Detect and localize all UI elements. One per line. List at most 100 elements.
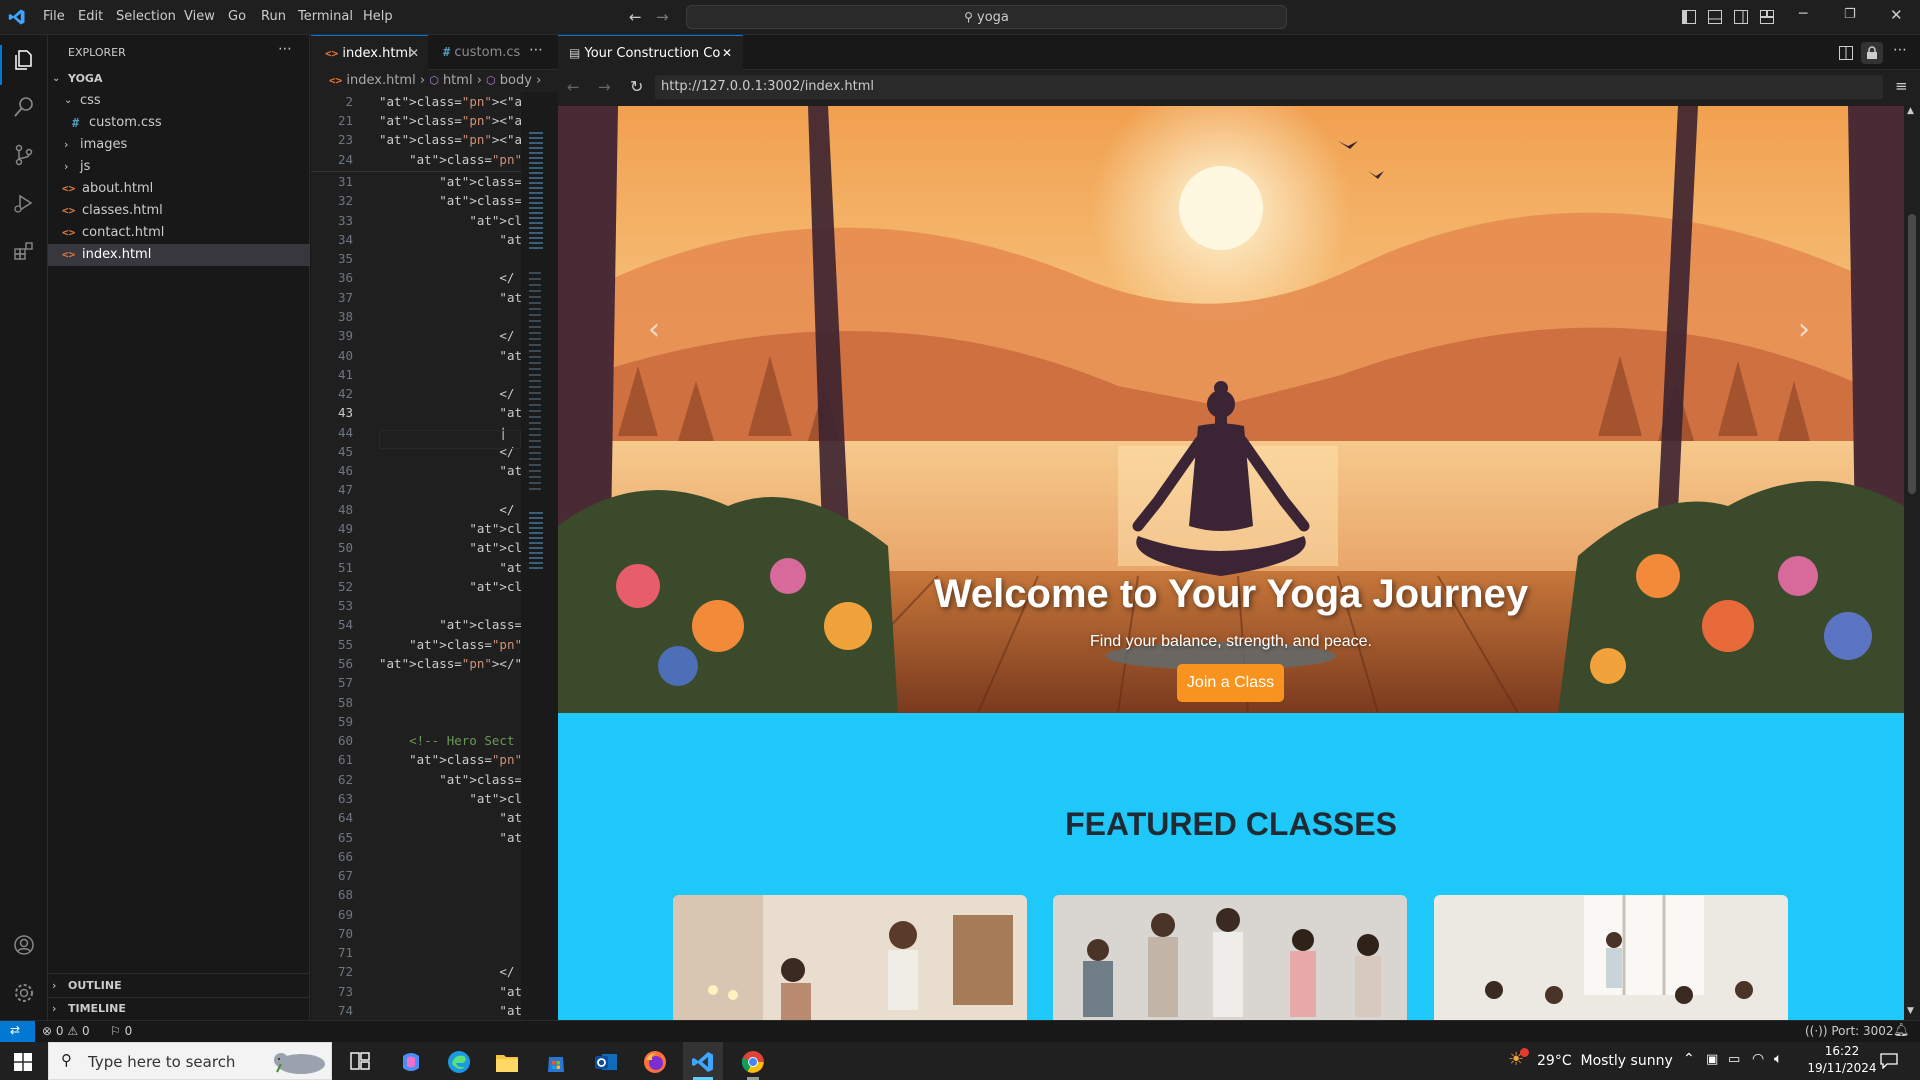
code-line[interactable]: "at">class="pn"><"at">class="tg">form bbox=[379, 540, 521, 555]
scrollbar-thumb[interactable] bbox=[1908, 214, 1916, 494]
breadcrumb-body[interactable]: body bbox=[500, 73, 532, 88]
code-line[interactable]: "at">class="pn"></"at">class="tg">div> bbox=[379, 637, 521, 652]
file-index-html[interactable]: <> index.html bbox=[48, 244, 310, 266]
meet-now-icon[interactable]: ▣ bbox=[1706, 1052, 1718, 1067]
weather-text[interactable]: 29°C Mostly sunny bbox=[1537, 1053, 1673, 1069]
class-card-image[interactable] bbox=[1434, 895, 1788, 1020]
problems-indicator[interactable]: ⊗ 0 ⚠ 0 bbox=[42, 1024, 90, 1038]
toggle-secondary-sidebar-icon[interactable] bbox=[1734, 10, 1748, 24]
more-actions-icon[interactable]: ⋯ bbox=[278, 41, 292, 57]
code-line[interactable]: "at">class="pn"><"at">class="tg">section… bbox=[379, 752, 521, 767]
workspace-root[interactable]: ⌄ YOGA bbox=[48, 68, 310, 90]
timeline-section[interactable]: › TIMELINE bbox=[48, 998, 310, 1020]
vscode-taskbar-active[interactable] bbox=[683, 1042, 723, 1080]
menu-selection[interactable]: Selection bbox=[116, 9, 176, 24]
volume-icon[interactable]: 🔈︎ bbox=[1774, 1051, 1782, 1067]
close-window-icon[interactable]: ✕ bbox=[1890, 6, 1903, 24]
ports-indicator[interactable]: ⚐ 0 bbox=[110, 1024, 132, 1038]
outline-section[interactable]: › OUTLINE bbox=[48, 975, 310, 997]
lock-group-button[interactable] bbox=[1861, 42, 1883, 64]
code-line[interactable]: </ bbox=[379, 328, 514, 343]
explorer-icon[interactable] bbox=[12, 48, 36, 72]
windows-start-icon[interactable] bbox=[14, 1053, 32, 1071]
menu-terminal[interactable]: Terminal bbox=[298, 9, 353, 24]
task-view-icon[interactable] bbox=[350, 1052, 370, 1070]
code-line[interactable]: "at">class="pn"><"at">class="tg">! bbox=[379, 984, 521, 999]
code-line[interactable]: "at">class="pn"><"at">class="tg">! bbox=[379, 810, 521, 825]
tab-index-html[interactable]: <> index.html ✕ bbox=[311, 35, 428, 70]
accounts-icon[interactable] bbox=[12, 933, 36, 957]
restore-icon[interactable]: ❐ bbox=[1844, 7, 1856, 22]
code-line[interactable]: "at">class="pn"></"at">class="tg">nav> bbox=[379, 656, 521, 671]
code-line[interactable]: "at">class="pn"><"at">class="tg">a bbox=[379, 560, 521, 575]
tab-preview[interactable]: ▤ Your Construction Co ✕ bbox=[558, 35, 743, 70]
close-tab-icon[interactable]: ✕ bbox=[409, 36, 419, 71]
file-classes-html[interactable]: <> classes.html bbox=[48, 200, 310, 222]
code-line[interactable]: "at">class="pn"><"at">class="tg">html "a… bbox=[379, 94, 521, 109]
close-tab-icon[interactable]: ✕ bbox=[722, 36, 732, 71]
browser-forward-icon[interactable]: → bbox=[598, 78, 611, 96]
scroll-down-icon[interactable]: ▼ bbox=[1907, 1006, 1914, 1016]
source-control-icon[interactable] bbox=[12, 143, 36, 167]
preview-scrollbar[interactable]: ▲ ▼ bbox=[1904, 106, 1920, 1020]
menu-edit[interactable]: Edit bbox=[78, 9, 103, 24]
scroll-up-icon[interactable]: ▲ bbox=[1907, 106, 1914, 116]
code-line[interactable]: "at">class="pn"></"at">class="tg">button… bbox=[379, 174, 521, 189]
code-line[interactable]: </ bbox=[379, 386, 514, 401]
class-card-image[interactable] bbox=[1053, 895, 1407, 1020]
file-explorer-icon[interactable] bbox=[495, 1051, 519, 1073]
weather-widget-icon[interactable]: ☀ bbox=[1508, 1048, 1529, 1072]
extensions-icon[interactable] bbox=[12, 239, 36, 263]
code-line[interactable]: "at">class="pn"><"at">class="tg">d bbox=[379, 1003, 521, 1018]
code-line[interactable]: </ bbox=[379, 502, 514, 517]
menu-run[interactable]: Run bbox=[261, 9, 286, 24]
browser-back-icon[interactable]: ← bbox=[567, 78, 580, 96]
minimap[interactable] bbox=[521, 92, 558, 1020]
code-line[interactable]: "at">class="pn"><"at">class="tg">! bbox=[379, 405, 521, 420]
code-line[interactable]: "at">class="pn"></"at">class="tg">form bbox=[379, 579, 521, 594]
menu-file[interactable]: File bbox=[43, 9, 65, 24]
customize-layout-icon[interactable] bbox=[1760, 10, 1774, 24]
clock-date[interactable]: 19/11/2024 bbox=[1804, 1061, 1880, 1075]
remote-indicator[interactable]: ⇄ bbox=[0, 1021, 35, 1043]
toggle-primary-sidebar-icon[interactable] bbox=[1682, 10, 1696, 24]
code-line[interactable]: "at">class="pn"><"at">class="tg">l bbox=[379, 290, 521, 305]
network-icon[interactable]: ◠ bbox=[1752, 1051, 1764, 1067]
battery-icon[interactable]: ▭ bbox=[1728, 1052, 1740, 1067]
menu-go[interactable]: Go bbox=[228, 9, 246, 24]
notification-center-icon[interactable] bbox=[1880, 1053, 1898, 1069]
breadcrumb-html[interactable]: html bbox=[443, 73, 473, 88]
edge-browser-icon[interactable] bbox=[447, 1050, 471, 1074]
code-line[interactable]: "at">class="pn"><"at">class="tg">div cla… bbox=[379, 193, 521, 208]
folder-images[interactable]: › images bbox=[48, 134, 310, 156]
file-contact-html[interactable]: <> contact.html bbox=[48, 222, 310, 244]
back-arrow-icon[interactable]: ← bbox=[629, 8, 642, 26]
copilot-icon[interactable] bbox=[399, 1050, 423, 1074]
search-view-icon[interactable] bbox=[12, 95, 36, 119]
minimize-icon[interactable]: ─ bbox=[1799, 6, 1807, 22]
tab-custom-css[interactable]: # custom.cs bbox=[429, 35, 529, 70]
reload-icon[interactable]: ↻ bbox=[630, 77, 643, 96]
firefox-icon[interactable] bbox=[643, 1050, 667, 1074]
live-server-port[interactable]: ((·)) Port: 3002 bbox=[1805, 1024, 1894, 1038]
notifications-bell-icon[interactable]: 🔔︎ bbox=[1893, 1023, 1910, 1038]
outlook-icon[interactable] bbox=[594, 1050, 618, 1074]
code-line[interactable]: "at">class="pn"><"at">class="tg">l bbox=[379, 348, 521, 363]
vscode-logo-icon[interactable] bbox=[8, 8, 26, 26]
code-line[interactable]: <!-- Hero Sect bbox=[379, 733, 514, 748]
code-line[interactable]: "at">class="pn"><"at">class="tg">body> bbox=[379, 113, 521, 128]
file-about-html[interactable]: <> about.html bbox=[48, 178, 310, 200]
carousel-next-icon[interactable]: › bbox=[1798, 312, 1810, 347]
show-hidden-icons[interactable]: ⌃ bbox=[1683, 1051, 1695, 1067]
folder-js[interactable]: › js bbox=[48, 156, 310, 178]
more-actions-icon[interactable]: ⋯ bbox=[529, 42, 543, 58]
folder-css[interactable]: ⌄ css bbox=[48, 90, 310, 112]
code-line[interactable]: "at">class="pn"><"at">class="tg">nav "at… bbox=[379, 132, 521, 147]
toggle-panel-icon[interactable] bbox=[1708, 10, 1722, 24]
code-line[interactable]: "at">class="pn"></"at">class="tg">div> bbox=[379, 617, 521, 632]
taskbar-search-box[interactable]: ⚲ Type here to search bbox=[48, 1042, 332, 1080]
code-line[interactable]: "at">class="pn"></"at">class="tg">ul> bbox=[379, 521, 521, 536]
menu-view[interactable]: View bbox=[184, 9, 215, 24]
clock-time[interactable]: 16:22 bbox=[1812, 1044, 1872, 1058]
code-line[interactable]: "at">class="pn"><"at">class="tg">l bbox=[379, 232, 521, 247]
